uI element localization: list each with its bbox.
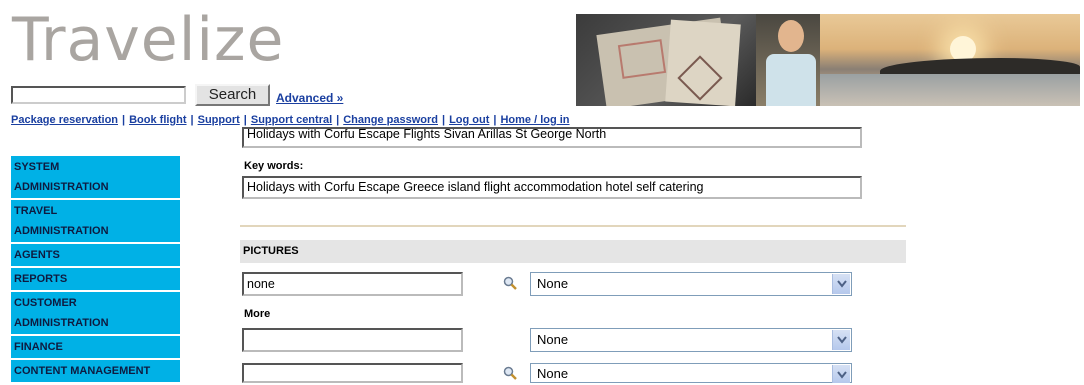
picture-3-select[interactable]: None [530,363,852,383]
sidebar-item-finance[interactable]: FINANCE [11,336,180,360]
header-banner-image [576,14,1080,106]
sidebar-item-content-management[interactable]: CONTENT MANAGEMENT [11,360,180,384]
keywords-field[interactable]: Holidays with Corfu Escape Greece island… [242,176,862,199]
sidebar-item-system-administration[interactable]: SYSTEM ADMINISTRATION [11,156,180,200]
nav-change-password[interactable]: Change password [343,114,438,126]
admin-sidebar: SYSTEM ADMINISTRATION TRAVEL ADMINISTRAT… [11,156,180,384]
sidebar-item-agents[interactable]: AGENTS [11,244,180,268]
description-field[interactable]: Holidays with Corfu Escape Flights Sivan… [242,127,862,148]
picture-3-select-value: None [537,366,569,381]
advanced-search-link[interactable]: Advanced » [276,91,343,105]
more-label: More [244,308,271,320]
picture-2-select-value: None [537,332,569,347]
nav-support[interactable]: Support [198,114,240,126]
nav-book-flight[interactable]: Book flight [129,114,186,126]
picture-1-select[interactable]: None [530,272,852,296]
chevron-down-icon[interactable] [832,274,850,294]
nav-home-login[interactable]: Home / log in [500,114,569,126]
picture-1-input[interactable]: none [242,272,463,296]
beach-sunset-photo [820,14,1080,106]
passport-photo [576,14,756,106]
sidebar-item-customer-administration[interactable]: CUSTOMER ADMINISTRATION [11,292,180,336]
travelize-logo: Travelize [12,5,285,75]
sidebar-item-travel-administration[interactable]: TRAVEL ADMINISTRATION [11,200,180,244]
pictures-section-header: PICTURES [240,240,906,263]
keywords-label: Key words: [244,160,304,172]
picture-2-input[interactable] [242,328,463,352]
chevron-down-icon[interactable] [832,365,850,383]
magnifier-icon[interactable] [503,366,519,382]
picture-2-select[interactable]: None [530,328,852,352]
traveler-photo [756,14,820,106]
nav-support-central[interactable]: Support central [251,114,332,126]
search-button[interactable]: Search [195,84,270,106]
search-input[interactable] [11,86,186,104]
picture-3-input[interactable] [242,363,463,383]
picture-1-select-value: None [537,276,569,291]
section-divider [240,225,906,227]
chevron-down-icon[interactable] [832,330,850,350]
nav-log-out[interactable]: Log out [449,114,489,126]
top-navigation: Package reservation | Book flight | Support |… [11,114,570,126]
nav-package-reservation[interactable]: Package reservation [11,114,118,126]
sidebar-item-reports[interactable]: REPORTS [11,268,180,292]
magnifier-icon[interactable] [503,276,519,292]
